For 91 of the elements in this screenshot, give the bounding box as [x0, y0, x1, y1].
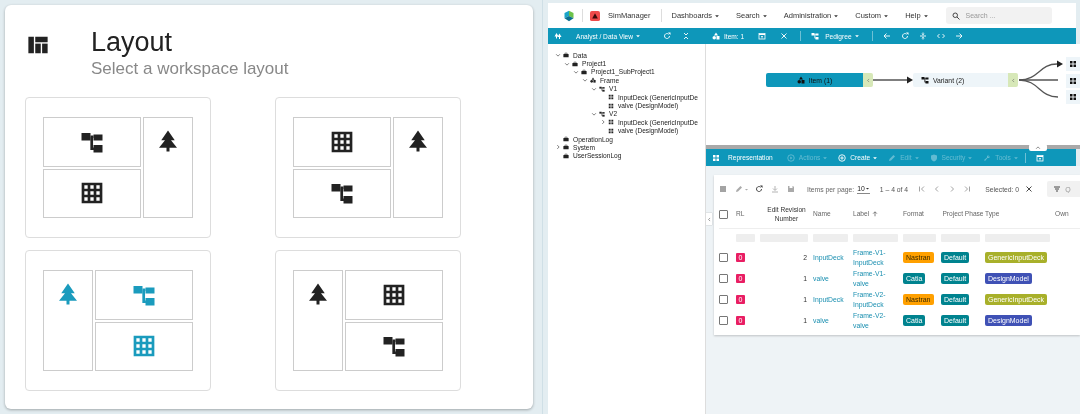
caret-icon[interactable]: [744, 186, 749, 192]
graph-node[interactable]: [1066, 74, 1080, 88]
play-icon: [786, 153, 795, 162]
grid-icon: [330, 129, 354, 154]
caret-icon: [822, 154, 829, 161]
wrench-icon: [983, 153, 992, 162]
dialog-subtitle: Select a workspace layout: [91, 59, 289, 79]
grid-icon: [382, 282, 406, 307]
briefcase-icon: [572, 60, 578, 67]
layout-option[interactable]: [275, 97, 461, 238]
blocks-icon: [712, 153, 720, 162]
caret-icon: [1012, 154, 1019, 161]
connector-arrow: [872, 76, 913, 84]
layout-option[interactable]: [275, 250, 461, 391]
code-icon[interactable]: [936, 32, 945, 40]
hierarchy-icon: [382, 334, 406, 359]
chevron-icon[interactable]: [573, 68, 579, 75]
first-page-icon[interactable]: [918, 185, 927, 193]
arrow-left-icon[interactable]: [882, 32, 891, 40]
graph-node[interactable]: [1066, 57, 1080, 71]
blocks-icon: [1069, 77, 1077, 85]
caret-icon: [913, 154, 920, 161]
close-icon[interactable]: [1025, 185, 1034, 193]
caret-icon: [967, 154, 974, 161]
refresh-icon[interactable]: [755, 185, 763, 193]
chevron-icon[interactable]: [555, 144, 561, 151]
briefcase-icon: [581, 68, 587, 75]
hierarchy-icon: [811, 32, 820, 40]
chevron-up-icon: [1035, 144, 1041, 151]
tree-icon: [306, 282, 330, 306]
chevron-icon[interactable]: [591, 85, 597, 92]
split-icon[interactable]: [918, 32, 927, 40]
row-checkbox[interactable]: [719, 316, 728, 325]
window-icon[interactable]: [1035, 153, 1044, 162]
tree-icon: [156, 129, 180, 153]
row-checkbox[interactable]: [719, 274, 728, 283]
tree-icon: [406, 129, 430, 153]
chevron-left-icon: [1010, 77, 1016, 83]
trees-icon: [554, 32, 562, 40]
arrow-right-icon[interactable]: [954, 32, 963, 40]
collapse-tab[interactable]: [1029, 144, 1047, 151]
logo-icon[interactable]: [563, 9, 575, 22]
hierarchy-icon: [330, 181, 354, 206]
collapse-icon[interactable]: [682, 32, 691, 40]
chevron-icon[interactable]: [564, 60, 570, 67]
row-checkbox[interactable]: [719, 253, 728, 262]
tree-icon: [56, 282, 80, 306]
blocks-icon: [1069, 60, 1077, 68]
dashboard-icon: [27, 34, 49, 56]
caret-icon: [761, 12, 768, 19]
shield-icon: [929, 153, 938, 162]
caret-icon: [922, 12, 929, 19]
grid-icon: [80, 181, 104, 206]
chevron-left-icon: [706, 216, 712, 222]
app-icon[interactable]: [590, 10, 600, 21]
shapes-icon: [796, 76, 805, 84]
caret-icon: [635, 33, 642, 39]
download-icon[interactable]: [771, 185, 779, 193]
hierarchy-icon: [599, 85, 605, 92]
pencil-icon: [888, 153, 897, 162]
last-page-icon[interactable]: [963, 185, 972, 193]
blocks-icon: [1069, 93, 1077, 101]
briefcase-icon: [563, 52, 569, 59]
layout-option[interactable]: [25, 97, 211, 238]
collapse-tab[interactable]: [706, 213, 712, 225]
shapes-icon: [590, 77, 596, 84]
window-icon[interactable]: [758, 32, 767, 40]
caret-icon: [714, 12, 720, 19]
graph-node[interactable]: [1066, 90, 1080, 104]
chevron-left-icon: [865, 77, 871, 83]
chevron-icon[interactable]: [591, 110, 597, 117]
caret-icon: [864, 185, 870, 191]
hierarchy-icon: [921, 76, 929, 84]
chevron-icon[interactable]: [600, 119, 606, 126]
hierarchy-icon: [599, 110, 605, 117]
select-all-checkbox[interactable]: [719, 209, 728, 219]
dialog-title: Layout: [91, 26, 174, 59]
caret-icon: [853, 33, 860, 39]
plus-icon: [838, 153, 847, 162]
pencil-icon[interactable]: [735, 185, 743, 193]
caret-icon: [833, 12, 840, 19]
caret-icon: [883, 12, 890, 19]
chevron-icon[interactable]: [582, 77, 588, 84]
grid-icon: [132, 334, 156, 359]
shapes-icon: [712, 32, 720, 40]
chevron-icon[interactable]: [555, 52, 561, 59]
arrow-up-icon: [872, 211, 879, 217]
menu-icon[interactable]: [719, 185, 727, 193]
caret-icon: [872, 154, 879, 161]
row-checkbox[interactable]: [719, 295, 728, 304]
save-icon[interactable]: [787, 185, 795, 193]
